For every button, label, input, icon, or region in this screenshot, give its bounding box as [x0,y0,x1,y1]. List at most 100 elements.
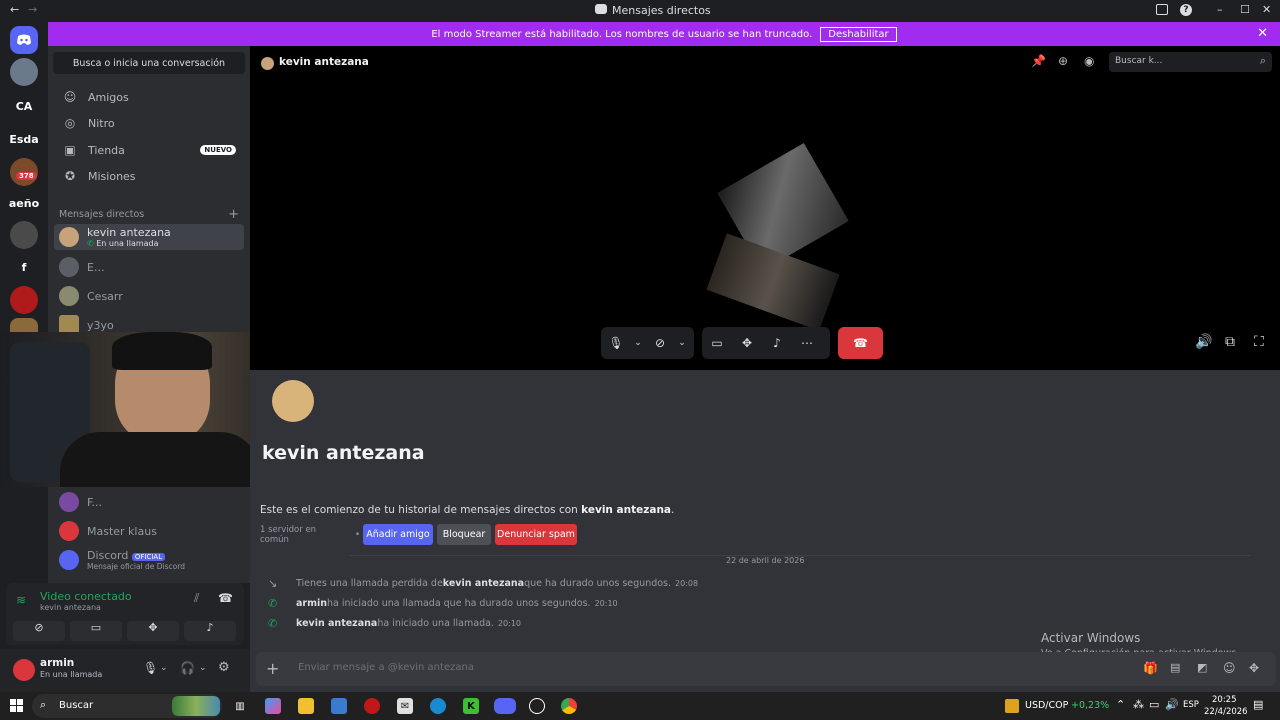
nav-shop[interactable]: ▣ Tienda NUEVO [54,138,244,162]
headphones-icon[interactable]: 🎧 [180,661,195,675]
find-conversation-input[interactable]: Busca o inicia una conversación [53,52,245,74]
remote-video-tile[interactable] [673,52,858,362]
dm-item-master-klaus[interactable]: Master klaus [54,518,244,544]
close-icon[interactable]: ✕ [1257,26,1268,41]
chevron-down-icon[interactable]: ⌄ [199,663,207,673]
server-f[interactable]: f [10,253,38,281]
discord-taskbar-icon[interactable] [494,698,516,714]
ticker-symbol[interactable]: USD/COP [1025,700,1068,711]
clock-time[interactable]: 20:25 [1212,695,1237,705]
disconnect-icon[interactable]: ☎ [218,591,233,605]
clock-date[interactable]: 22/4/2026 [1204,707,1248,717]
dm-item-cesarr[interactable]: Cesarr [54,283,244,309]
microphone-icon[interactable]: 🎙 [601,330,631,356]
server-logo-icon[interactable] [10,286,38,314]
notifications-icon[interactable]: ▤ [1253,698,1263,711]
block-button[interactable]: Bloquear [437,524,491,545]
edge-icon[interactable] [430,698,446,714]
user-profile-icon[interactable]: ◉ [1084,54,1094,68]
dm-item-kevin[interactable]: kevin antezana ✆ En una llamada [54,224,244,250]
user-avatar[interactable] [13,659,35,681]
nitro-icon: ◎ [64,116,76,130]
server-esda[interactable]: Esda [9,125,39,153]
nav-nitro[interactable]: ◎ Nitro [54,111,244,135]
obs-icon[interactable] [529,698,545,714]
search-input[interactable]: Buscar k... ⌕ [1109,52,1272,72]
soundboard-button[interactable]: ♪ [184,621,236,641]
voice-user[interactable]: kevin antezana [40,603,101,612]
dm-item-discord[interactable]: Discord OFICIAL Mensaje oficial de Discor… [54,547,244,573]
pin-icon[interactable]: 📌 [1031,54,1046,68]
header-name[interactable]: kevin antezana [279,56,369,68]
chrome-icon[interactable] [561,698,577,714]
report-spam-button[interactable]: Denunciar spam [495,524,577,545]
app-red-icon[interactable] [364,698,380,714]
back-arrow-icon[interactable]: ← [10,3,19,16]
microphone-icon[interactable]: 🎙 [143,661,158,675]
inbox-icon[interactable] [1156,4,1168,15]
add-attachment-icon[interactable]: + [266,659,279,678]
more-icon[interactable]: ⋯ [792,330,822,356]
maximize-button[interactable]: ☐ [1240,3,1250,16]
chevron-down-icon[interactable]: ⌄ [631,330,645,356]
end-call-button[interactable]: ☎ [838,327,883,359]
signal-icon[interactable]: ≋ [16,593,26,607]
activities-button[interactable]: ✥ [127,621,179,641]
task-view-icon[interactable]: ▥ [232,698,248,714]
bluetooth-icon[interactable]: ⁂ [1133,698,1144,711]
activities-icon[interactable]: ✥ [732,330,762,356]
gif-icon[interactable]: ▤ [1170,661,1180,674]
screen-share-button[interactable]: ▭ [70,621,122,641]
camera-off-icon[interactable]: ⊘ [645,330,675,356]
add-friends-icon[interactable]: ⊕ [1058,54,1068,68]
language-indicator[interactable]: ESP [1183,700,1199,710]
server-partial-icon[interactable] [10,318,38,332]
mutual-servers[interactable]: 1 servidor en común • [260,524,360,545]
settings-gear-icon[interactable]: ⚙ [218,660,230,675]
volume-icon[interactable]: 🔊 [1195,334,1212,350]
server-photo-icon[interactable] [10,221,38,249]
nav-quests[interactable]: ✪ Misiones [54,164,244,188]
camera-off-button[interactable]: ⊘ [13,621,65,641]
forward-arrow-icon[interactable]: → [28,3,37,16]
help-icon[interactable]: ? [1180,4,1192,16]
add-dm-icon[interactable]: + [228,207,239,222]
mail-icon[interactable]: ✉ [397,698,413,714]
message-missed-call: ↘ Tienes una llamada perdida de kevin an… [268,577,699,590]
add-friend-button[interactable]: Añadir amigo [363,524,433,545]
profile-avatar[interactable] [272,380,314,422]
message-input[interactable]: Enviar mensaje a @kevin antezana [298,662,474,673]
tray-chevron-icon[interactable]: ⌃ [1116,698,1125,711]
server-aeno[interactable]: aeño [9,189,39,217]
dm-item-f[interactable]: F... [54,489,244,515]
server-avatar-icon[interactable] [10,58,38,86]
screen-share-icon[interactable]: ▭ [702,330,732,356]
server-ca[interactable]: CA [10,92,38,120]
minimize-button[interactable]: – [1217,3,1223,16]
chevron-down-icon[interactable]: ⌄ [160,663,168,673]
noise-suppression-icon[interactable]: ⫽ [194,591,199,606]
emoji-icon[interactable]: ☺ [1223,661,1236,675]
store-icon[interactable] [331,698,347,714]
kick-icon[interactable]: K [463,698,479,714]
copilot-icon[interactable] [265,698,281,714]
discord-home-icon[interactable] [10,26,38,54]
start-icon[interactable] [10,699,23,712]
soundboard-icon[interactable]: ♪ [762,330,792,356]
close-button[interactable]: ✕ [1262,3,1271,16]
fullscreen-icon[interactable]: ⛶ [1254,334,1264,350]
network-icon[interactable]: ▭ [1149,698,1159,711]
chevron-down-icon[interactable]: ⌄ [675,330,689,356]
taskbar-search[interactable]: ⌕ Buscar [32,694,222,718]
server-badge-icon[interactable]: 378 [10,158,38,186]
popout-icon[interactable]: ⧉ [1225,334,1235,350]
sticker-icon[interactable]: ◩ [1197,661,1207,674]
nav-friends[interactable]: ☺ Amigos [54,85,244,109]
gift-icon[interactable]: 🎁 [1143,661,1158,675]
quests-icon: ✪ [64,169,76,183]
disable-streamer-button[interactable]: Deshabilitar [820,26,897,42]
file-explorer-icon[interactable] [298,698,314,714]
volume-icon[interactable]: 🔊 [1165,698,1179,711]
dm-item-e[interactable]: E... [54,254,244,280]
apps-icon[interactable]: ✥ [1249,661,1259,675]
